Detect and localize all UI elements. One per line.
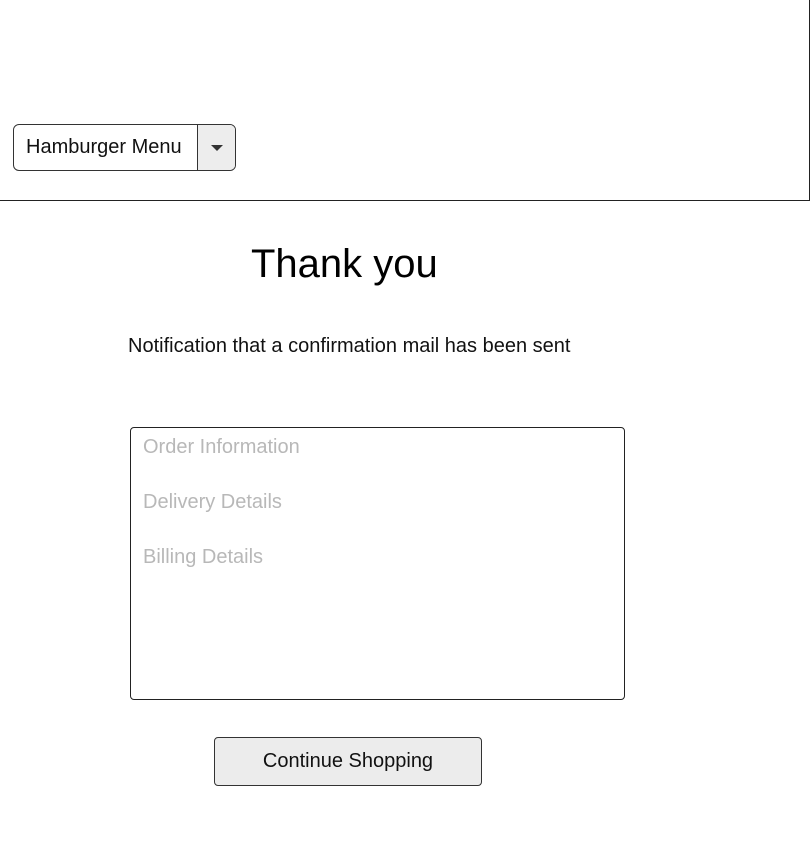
order-information-label: Order Information	[143, 436, 300, 458]
confirmation-notification: Notification that a confirmation mail ha…	[128, 335, 571, 357]
hamburger-menu-label: Hamburger Menu	[26, 136, 182, 158]
hamburger-menu-select[interactable]: Hamburger Menu	[13, 124, 236, 171]
continue-shopping-button[interactable]: Continue Shopping	[214, 737, 482, 786]
page-title: Thank you	[251, 242, 438, 286]
dropdown-toggle[interactable]	[197, 125, 235, 170]
billing-details-label: Billing Details	[143, 546, 264, 568]
caret-down-icon	[210, 144, 223, 151]
header-panel: Hamburger Menu	[0, 0, 810, 201]
delivery-details-label: Delivery Details	[143, 491, 282, 513]
order-summary-box: Order Information Delivery Details Billi…	[130, 427, 625, 700]
